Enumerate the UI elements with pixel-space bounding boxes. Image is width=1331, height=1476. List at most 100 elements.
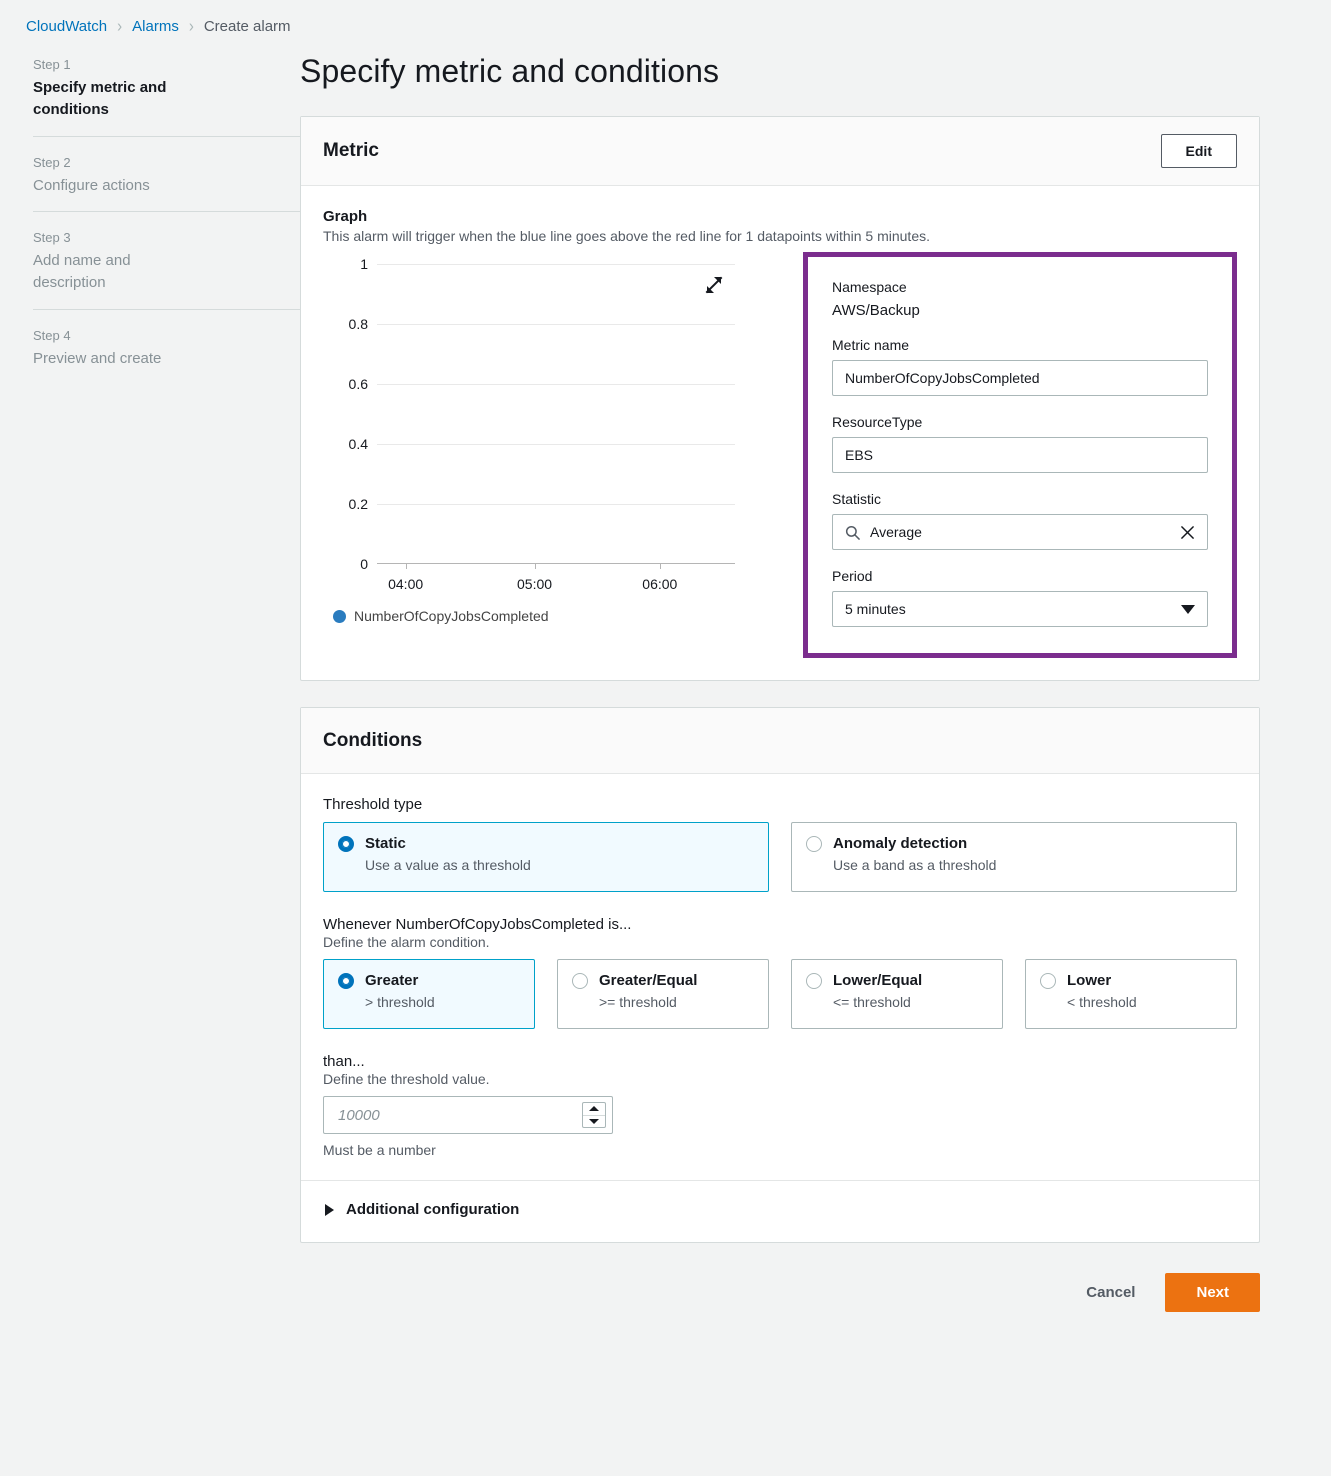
threshold-type-options: Static Use a value as a threshold Anomal… — [323, 822, 1237, 892]
x-axis-line — [377, 563, 735, 564]
y-tick-label: 1 — [360, 256, 368, 272]
next-button[interactable]: Next — [1165, 1273, 1260, 1312]
operator-options: Greater > threshold Greater/Equal >= thr… — [323, 959, 1237, 1029]
stepper-up-button[interactable] — [583, 1103, 605, 1115]
x-tick-mark — [660, 564, 661, 569]
metric-row: 1 0.8 0.6 0.4 0.2 0 — [323, 252, 1237, 658]
conditions-card: Conditions Threshold type Static Use a v… — [300, 707, 1260, 1243]
resource-type-field: ResourceType EBS — [832, 414, 1208, 473]
radio-selected-icon — [338, 973, 354, 989]
caret-down-icon — [589, 1119, 599, 1124]
sidebar-item-step-2[interactable]: Step 2 Configure actions — [33, 136, 300, 212]
step-4-title[interactable]: Preview and create — [33, 348, 193, 370]
y-tick-label: 0.4 — [349, 436, 368, 452]
resource-type-label: ResourceType — [832, 414, 1208, 430]
cancel-button[interactable]: Cancel — [1082, 1276, 1139, 1309]
threshold-type-static-option[interactable]: Static Use a value as a threshold — [323, 822, 769, 892]
namespace-label: Namespace — [832, 279, 1208, 295]
additional-configuration-label: Additional configuration — [346, 1201, 519, 1218]
page-layout: Step 1 Specify metric and conditions Ste… — [0, 35, 1331, 1342]
step-2-kicker: Step 2 — [33, 155, 300, 170]
whenever-label: Whenever NumberOfCopyJobsCompleted is... — [323, 916, 1237, 933]
period-value: 5 minutes — [845, 601, 1181, 617]
operator-lower-equal-option[interactable]: Lower/Equal <= threshold — [791, 959, 1003, 1029]
threshold-type-static-title: Static — [365, 835, 406, 852]
y-tick-label: 0 — [360, 556, 368, 572]
operator-lower-head: Lower — [1040, 972, 1222, 989]
operator-greater-equal-title: Greater/Equal — [599, 972, 697, 989]
metric-name-field: Metric name NumberOfCopyJobsCompleted — [832, 337, 1208, 396]
radio-unselected-icon — [806, 973, 822, 989]
graph-label: Graph — [323, 208, 1237, 225]
page-title: Specify metric and conditions — [300, 53, 1260, 90]
radio-unselected-icon — [1040, 973, 1056, 989]
breadcrumb-item-cloudwatch[interactable]: CloudWatch — [26, 18, 107, 35]
radio-unselected-icon — [806, 836, 822, 852]
chevron-down-icon — [1181, 605, 1195, 614]
period-field: Period 5 minutes — [832, 568, 1208, 627]
sidebar-item-step-1[interactable]: Step 1 Specify metric and conditions — [33, 57, 300, 136]
step-3-title[interactable]: Add name and description — [33, 250, 193, 294]
step-3-kicker: Step 3 — [33, 230, 300, 245]
statistic-field: Statistic Average — [832, 491, 1208, 550]
y-tick-label: 0.2 — [349, 496, 368, 512]
operator-greater-equal-option[interactable]: Greater/Equal >= threshold — [557, 959, 769, 1029]
operator-greater-option[interactable]: Greater > threshold — [323, 959, 535, 1029]
resource-type-input[interactable]: EBS — [832, 437, 1208, 473]
metric-detail-panel: Namespace AWS/Backup Metric name NumberO… — [803, 252, 1237, 658]
threshold-input[interactable]: 10000 — [323, 1096, 613, 1134]
quantity-stepper[interactable] — [582, 1102, 606, 1128]
statistic-input[interactable]: Average — [832, 514, 1208, 550]
radio-selected-icon — [338, 836, 354, 852]
resource-type-value: EBS — [845, 447, 1195, 463]
x-tick-label: 06:00 — [642, 576, 677, 592]
x-tick-label: 04:00 — [388, 576, 423, 592]
step-2-title[interactable]: Configure actions — [33, 175, 193, 197]
period-select[interactable]: 5 minutes — [832, 591, 1208, 627]
metric-graph: 1 0.8 0.6 0.4 0.2 0 — [323, 252, 793, 624]
conditions-card-title: Conditions — [323, 730, 422, 752]
graph-description: This alarm will trigger when the blue li… — [323, 228, 1237, 244]
threshold-input-placeholder: 10000 — [338, 1107, 582, 1124]
namespace-value: AWS/Backup — [832, 302, 1208, 319]
gridline — [377, 264, 735, 265]
threshold-type-static-sub: Use a value as a threshold — [365, 857, 754, 873]
sidebar-item-step-3[interactable]: Step 3 Add name and description — [33, 211, 300, 309]
legend-label[interactable]: NumberOfCopyJobsCompleted — [354, 608, 549, 624]
threshold-type-label: Threshold type — [323, 796, 1237, 813]
sidebar-item-step-4[interactable]: Step 4 Preview and create — [33, 309, 300, 385]
threshold-helper-text: Must be a number — [323, 1142, 1237, 1158]
namespace-field: Namespace AWS/Backup — [832, 279, 1208, 319]
x-tick-mark — [406, 564, 407, 569]
chevron-right-icon: › — [117, 18, 122, 35]
y-tick-label: 0.8 — [349, 316, 368, 332]
breadcrumb-item-alarms[interactable]: Alarms — [132, 18, 179, 35]
threshold-type-anomaly-title: Anomaly detection — [833, 835, 967, 852]
search-icon — [845, 525, 860, 540]
than-hint: Define the threshold value. — [323, 1071, 1237, 1087]
close-icon[interactable] — [1180, 525, 1195, 540]
whenever-hint: Define the alarm condition. — [323, 934, 1237, 950]
operator-lower-equal-sub: <= threshold — [833, 994, 988, 1010]
metric-name-input[interactable]: NumberOfCopyJobsCompleted — [832, 360, 1208, 396]
gridline — [377, 504, 735, 505]
metric-card-title: Metric — [323, 140, 379, 162]
period-label: Period — [832, 568, 1208, 584]
additional-configuration-expander[interactable]: Additional configuration — [323, 1181, 1237, 1220]
breadcrumb: CloudWatch › Alarms › Create alarm — [0, 0, 1331, 35]
metric-card-header: Metric Edit — [301, 117, 1259, 186]
breadcrumb-item-create-alarm: Create alarm — [204, 18, 291, 35]
metric-card: Metric Edit Graph This alarm will trigge… — [300, 116, 1260, 681]
threshold-type-anomaly-option[interactable]: Anomaly detection Use a band as a thresh… — [791, 822, 1237, 892]
stepper-down-button[interactable] — [583, 1115, 605, 1128]
operator-greater-head: Greater — [338, 972, 520, 989]
operator-lower-option[interactable]: Lower < threshold — [1025, 959, 1237, 1029]
step-1-title[interactable]: Specify metric and conditions — [33, 77, 193, 121]
operator-lower-equal-head: Lower/Equal — [806, 972, 988, 989]
edit-metric-button[interactable]: Edit — [1161, 134, 1237, 168]
operator-greater-equal-sub: >= threshold — [599, 994, 754, 1010]
caret-right-icon — [325, 1204, 334, 1216]
step-1-kicker: Step 1 — [33, 57, 300, 72]
operator-greater-sub: > threshold — [365, 994, 520, 1010]
than-label: than... — [323, 1053, 1237, 1070]
